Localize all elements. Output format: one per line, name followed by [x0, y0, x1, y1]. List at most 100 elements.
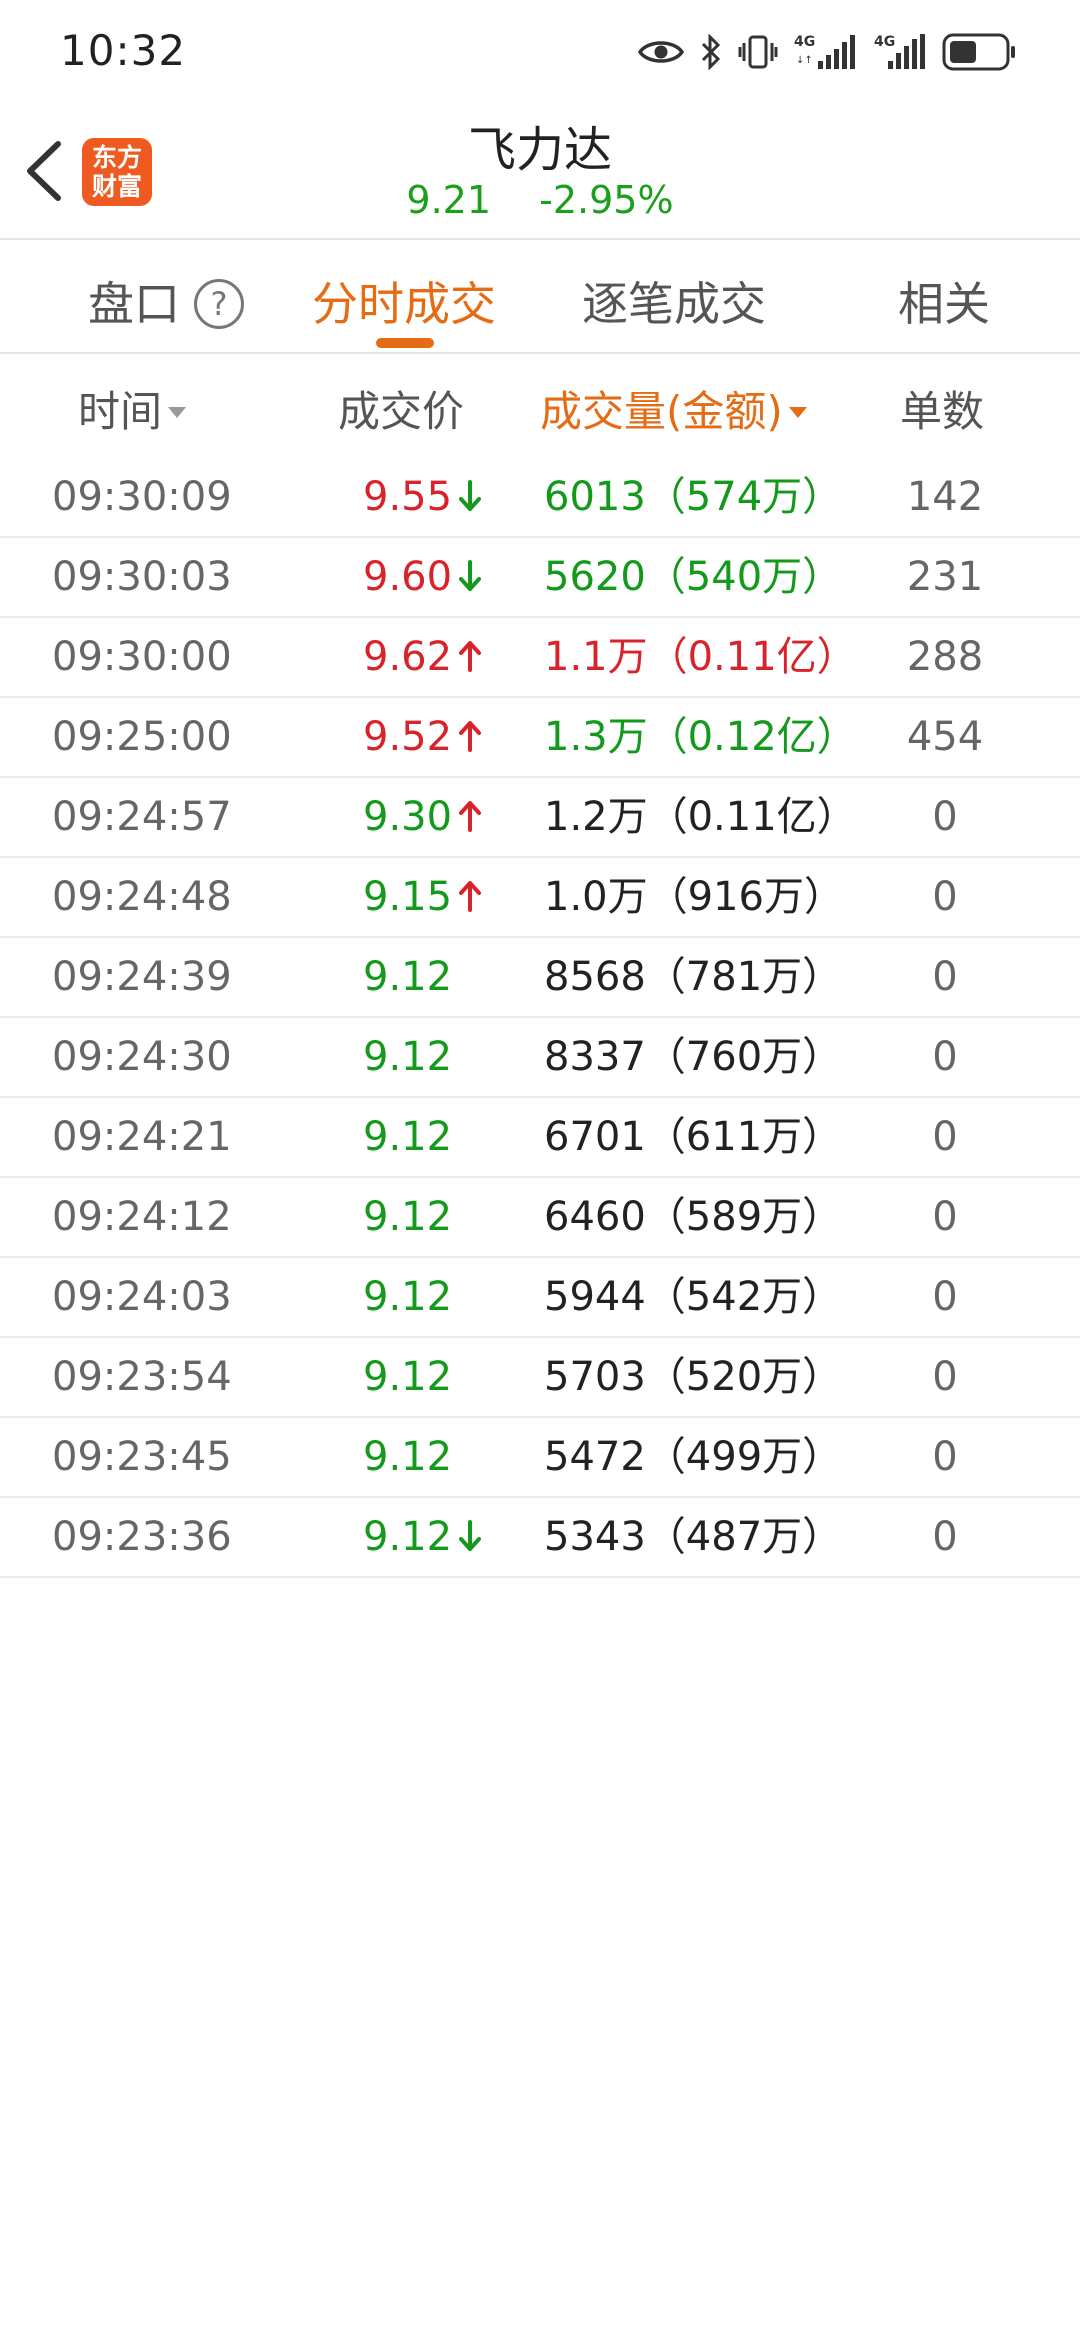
table-row[interactable]: 09:24:03 9.12 5944（542万） 0 — [0, 1258, 1080, 1338]
table-row[interactable]: 09:30:09 9.55 6013（574万） 142 — [0, 458, 1080, 538]
status-time: 10:32 — [60, 26, 187, 75]
row-volume: 5343（487万） — [544, 1514, 843, 1560]
row-price: 9.52 — [363, 710, 482, 764]
row-volume: 1.3万（0.12亿） — [544, 714, 857, 760]
row-time: 09:24:21 — [52, 1114, 232, 1160]
tab-xiangguan[interactable]: 相关 — [898, 268, 990, 334]
row-price-value: 9.12 — [363, 1514, 453, 1560]
row-count: 0 — [932, 1354, 958, 1400]
row-time: 09:23:36 — [52, 1514, 232, 1560]
table-row[interactable]: 09:30:03 9.60 5620（540万） 231 — [0, 538, 1080, 618]
stock-change-pct: -2.95% — [539, 178, 674, 222]
row-price-value: 9.55 — [363, 474, 453, 520]
svg-text:↓↑: ↓↑ — [796, 55, 813, 66]
row-price-value: 9.60 — [363, 554, 453, 600]
row-time: 09:24:48 — [52, 874, 232, 920]
table-row[interactable]: 09:24:30 9.12 8337（760万） 0 — [0, 1018, 1080, 1098]
table-row[interactable]: 09:30:00 9.62 1.1万（0.11亿） 288 — [0, 618, 1080, 698]
row-count: 142 — [906, 474, 984, 520]
signal-4g-icon: 4G — [874, 34, 925, 69]
arrow-up-icon — [459, 721, 482, 752]
row-count: 0 — [932, 874, 958, 920]
row-volume: 6701（611万） — [544, 1114, 843, 1160]
row-time: 09:30:00 — [52, 634, 232, 680]
row-price: 9.12 — [363, 1270, 452, 1324]
table-row[interactable]: 09:24:12 9.12 6460（589万） 0 — [0, 1178, 1080, 1258]
row-volume: 5703（520万） — [544, 1354, 843, 1400]
bluetooth-icon — [701, 34, 721, 70]
table-row[interactable]: 09:25:00 9.52 1.3万（0.12亿） 454 — [0, 698, 1080, 778]
row-count: 0 — [932, 954, 958, 1000]
status-bar: 10:32 4G ↓↑ 4G — [0, 0, 1080, 100]
table-row[interactable]: 09:23:45 9.12 5472（499万） 0 — [0, 1418, 1080, 1498]
row-price: 9.12 — [363, 1510, 482, 1564]
vibrate-icon — [738, 35, 778, 69]
row-time: 09:24:30 — [52, 1034, 232, 1080]
sort-caret-icon — [788, 407, 807, 418]
row-price: 9.12 — [363, 1430, 452, 1484]
row-price-value: 9.12 — [363, 1034, 453, 1080]
table-row[interactable]: 09:24:48 9.15 1.0万（916万） 0 — [0, 858, 1080, 938]
column-header-count: 单数 — [900, 387, 985, 436]
row-volume: 5620（540万） — [544, 554, 843, 600]
row-count: 0 — [932, 1434, 958, 1480]
tab-pankou[interactable]: 盘口? — [88, 268, 244, 334]
row-price: 9.12 — [363, 1190, 452, 1244]
row-price: 9.12 — [363, 1110, 452, 1164]
table-row[interactable]: 09:24:39 9.12 8568（781万） 0 — [0, 938, 1080, 1018]
column-header-volume-label: 成交量(金额) — [540, 387, 783, 436]
arrow-up-icon — [459, 641, 482, 672]
help-icon[interactable]: ? — [194, 279, 244, 329]
row-price-value: 9.12 — [363, 954, 453, 1000]
row-price-value: 9.12 — [363, 1354, 453, 1400]
row-count: 0 — [932, 1274, 958, 1320]
row-count: 0 — [932, 1114, 958, 1160]
row-volume: 8337（760万） — [544, 1034, 843, 1080]
status-icons: 4G ↓↑ 4G — [638, 28, 1016, 76]
row-count: 0 — [932, 1514, 958, 1560]
row-count: 0 — [932, 794, 958, 840]
tab-bar: 盘口? 分时成交 逐笔成交 相关 — [0, 240, 1080, 352]
row-volume: 1.0万（916万） — [544, 874, 844, 920]
row-price-value: 9.30 — [363, 794, 453, 840]
arrow-up-icon — [459, 801, 482, 832]
row-time: 09:23:45 — [52, 1434, 232, 1480]
svg-text:4G: 4G — [794, 34, 815, 50]
column-header-time[interactable]: 时间 — [78, 378, 187, 439]
row-price: 9.62 — [363, 630, 482, 684]
table-row[interactable]: 09:23:36 9.12 5343（487万） 0 — [0, 1498, 1080, 1578]
row-price: 9.55 — [363, 470, 482, 524]
row-price-value: 9.12 — [363, 1274, 453, 1320]
table-row[interactable]: 09:24:57 9.30 1.2万（0.11亿） 0 — [0, 778, 1080, 858]
signal-4g-icon: 4G ↓↑ — [794, 34, 855, 69]
row-count: 288 — [906, 634, 984, 680]
sort-caret-icon — [168, 407, 187, 418]
row-time: 09:30:03 — [52, 554, 232, 600]
row-volume: 5944（542万） — [544, 1274, 843, 1320]
table-row[interactable]: 09:23:54 9.12 5703（520万） 0 — [0, 1338, 1080, 1418]
eye-icon — [638, 41, 684, 63]
active-tab-indicator — [376, 338, 434, 348]
table-row[interactable]: 09:24:21 9.12 6701（611万） 0 — [0, 1098, 1080, 1178]
row-volume: 6460（589万） — [544, 1194, 843, 1240]
stock-name: 飞力达 — [467, 122, 612, 178]
column-header-volume[interactable]: 成交量(金额) — [540, 378, 807, 439]
svg-text:4G: 4G — [874, 34, 895, 50]
row-volume: 1.1万（0.11亿） — [544, 634, 857, 680]
row-price: 9.12 — [363, 1030, 452, 1084]
arrow-down-icon — [459, 480, 482, 511]
column-header-price: 成交价 — [338, 387, 465, 436]
tab-zhubi-chengjiao[interactable]: 逐笔成交 — [582, 268, 766, 334]
row-time: 09:23:54 — [52, 1354, 232, 1400]
trade-table: 09:30:09 9.55 6013（574万） 142 09:30:03 9.60 562… — [0, 458, 1080, 1578]
arrow-down-icon — [459, 560, 482, 591]
row-price-value: 9.12 — [363, 1194, 453, 1240]
row-volume: 5472（499万） — [544, 1434, 843, 1480]
row-time: 09:24:39 — [52, 954, 232, 1000]
tab-fenshi-chengjiao[interactable]: 分时成交 — [312, 268, 496, 334]
row-count: 231 — [906, 554, 984, 600]
row-price-value: 9.52 — [363, 714, 453, 760]
stock-quote: 9.21 -2.95% — [0, 178, 1080, 222]
row-count: 0 — [932, 1194, 958, 1240]
arrow-up-icon — [459, 881, 482, 912]
